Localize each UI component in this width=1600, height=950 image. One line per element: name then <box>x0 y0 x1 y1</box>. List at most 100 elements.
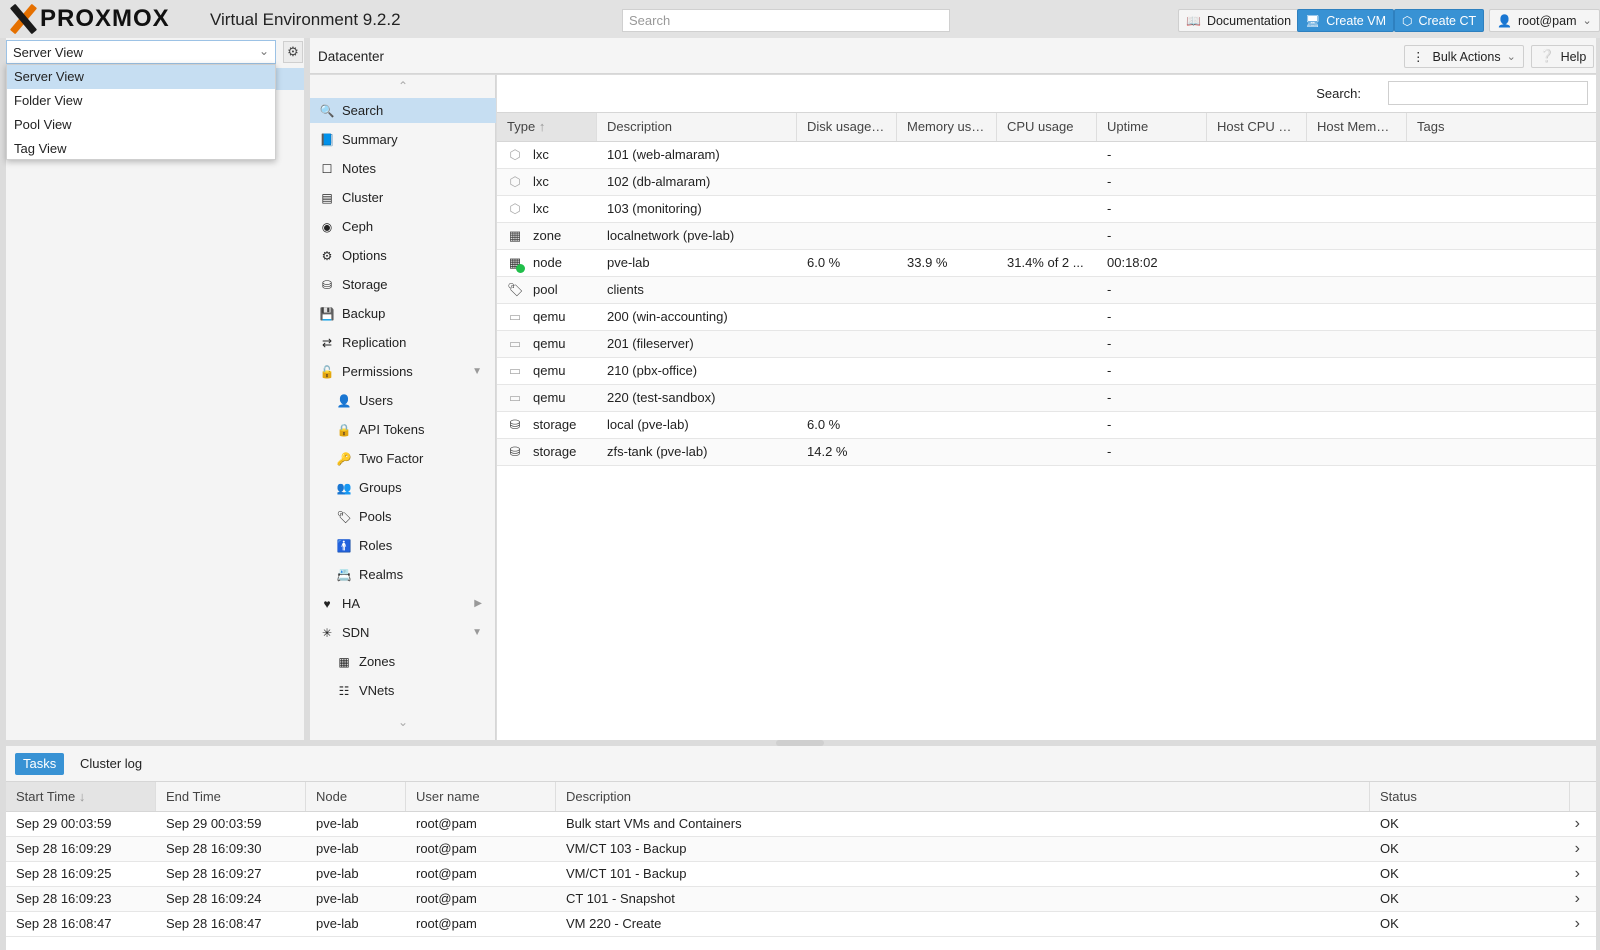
chevron-right-icon[interactable]: › <box>1575 862 1580 886</box>
nav-two-factor[interactable]: 🔑 Two Factor <box>310 446 496 471</box>
caret-down-icon[interactable]: ▼ <box>472 627 482 638</box>
uptime-cell: - <box>1107 363 1112 378</box>
nav-search[interactable]: 🔍 Search <box>310 98 496 123</box>
column-host-mem[interactable]: Host Mem… <box>1307 113 1407 141</box>
column-tags[interactable]: Tags <box>1407 113 1596 141</box>
nav-replication[interactable]: ⇄ Replication <box>310 330 496 355</box>
table-row[interactable]: ▭ qemu 210 (pbx-office) - <box>497 358 1596 385</box>
description-cell: localnetwork (pve-lab) <box>607 228 735 243</box>
disk-cell <box>797 142 897 168</box>
table-row[interactable]: ⬡ lxc 103 (monitoring) - <box>497 196 1596 223</box>
scroll-up-icon[interactable]: ⌃ <box>310 79 496 93</box>
cpu-cell <box>997 412 1097 438</box>
caret-right-icon[interactable]: ▶ <box>474 598 482 609</box>
documentation-button[interactable]: 📖 Documentation <box>1178 9 1300 32</box>
proxmox-logo[interactable]: PROXMOX <box>8 3 170 35</box>
view-option-tag[interactable]: Tag View <box>7 137 275 161</box>
table-row[interactable]: ▭ qemu 201 (fileserver) - <box>497 331 1596 358</box>
create-vm-button[interactable]: 🖥 Create VM <box>1297 9 1394 32</box>
end-time-cell: Sep 28 16:08:47 <box>166 916 262 931</box>
tab-tasks[interactable]: Tasks <box>15 753 65 775</box>
grid-search-input[interactable] <box>1388 81 1588 105</box>
chevron-right-icon[interactable]: › <box>1575 887 1580 911</box>
column-end-time[interactable]: End Time <box>156 782 306 811</box>
disk-cell <box>797 331 897 357</box>
chevron-right-icon[interactable]: › <box>1575 912 1580 936</box>
table-row[interactable]: 🏷 pool clients - <box>497 277 1596 304</box>
column-node[interactable]: Node <box>306 782 406 811</box>
view-option-folder[interactable]: Folder View <box>7 89 275 113</box>
cpu-cell <box>997 331 1097 357</box>
user-menu-button[interactable]: 👤 root@pam ⌄ <box>1489 9 1600 32</box>
table-row[interactable]: ⬡ lxc 101 (web-almaram) - <box>497 142 1596 169</box>
nav-summary[interactable]: 📘 Summary <box>310 127 496 152</box>
bulk-actions-button[interactable]: ⋮ Bulk Actions ⌄ <box>1404 45 1524 68</box>
task-row[interactable]: Sep 28 16:09:23 Sep 28 16:09:24 pve-lab roo… <box>6 887 1596 912</box>
nav-notes[interactable]: ☐ Notes <box>310 156 496 181</box>
column-description[interactable]: Description <box>597 113 797 141</box>
nav-zones[interactable]: ▦ Zones <box>310 649 496 674</box>
nav-cluster[interactable]: ▤ Cluster <box>310 185 496 210</box>
nav-vnets[interactable]: ☷ VNets <box>310 678 496 703</box>
nav-api-tokens[interactable]: 🔒 API Tokens <box>310 417 496 442</box>
nav-realms[interactable]: 📇 Realms <box>310 562 496 587</box>
help-button[interactable]: ❔ Help <box>1531 45 1595 68</box>
task-row[interactable]: Sep 28 16:09:25 Sep 28 16:09:27 pve-lab roo… <box>6 862 1596 887</box>
view-option-pool[interactable]: Pool View <box>7 113 275 137</box>
description-cell: 201 (fileserver) <box>607 336 694 351</box>
uptime-cell: - <box>1107 444 1112 459</box>
column-memory-usage[interactable]: Memory us… <box>897 113 997 141</box>
tasks-panel: Tasks Cluster log Start Time ↓ End Time … <box>6 746 1596 950</box>
table-row[interactable]: ▭ qemu 200 (win-accounting) - <box>497 304 1596 331</box>
task-row[interactable]: Sep 28 16:08:47 Sep 28 16:08:47 pve-lab roo… <box>6 912 1596 937</box>
column-disk-usage[interactable]: Disk usage… <box>797 113 897 141</box>
note-icon: ☐ <box>321 161 333 176</box>
lock-icon: 🔒 <box>336 422 352 437</box>
table-row[interactable]: ▦ zone localnetwork (pve-lab) - <box>497 223 1596 250</box>
chevron-right-icon[interactable]: › <box>1575 837 1580 861</box>
nav-roles[interactable]: 🚹 Roles <box>310 533 496 558</box>
column-description[interactable]: Description <box>556 782 1370 811</box>
nav-ceph[interactable]: ◉ Ceph <box>310 214 496 239</box>
column-host-cpu[interactable]: Host CPU … <box>1207 113 1307 141</box>
scroll-down-icon[interactable]: ⌄ <box>310 715 496 729</box>
nav-groups[interactable]: 👥 Groups <box>310 475 496 500</box>
table-row[interactable]: ⬡ lxc 102 (db-almaram) - <box>497 169 1596 196</box>
table-row[interactable]: ⛁ storage zfs-tank (pve-lab) 14.2 % - <box>497 439 1596 466</box>
nav-sdn[interactable]: ✳ SDN ▼ <box>310 620 496 645</box>
tab-cluster-log[interactable]: Cluster log <box>72 753 150 775</box>
logo-text: PROXMOX <box>40 5 170 32</box>
table-row[interactable]: ▭ qemu 220 (test-sandbox) - <box>497 385 1596 412</box>
node-cell: pve-lab <box>316 841 359 856</box>
task-row[interactable]: Sep 28 16:09:29 Sep 28 16:09:30 pve-lab roo… <box>6 837 1596 862</box>
nav-storage[interactable]: ⛁ Storage <box>310 272 496 297</box>
nav-ha[interactable]: ♥ HA ▶ <box>310 591 496 616</box>
column-start-time[interactable]: Start Time ↓ <box>6 782 156 811</box>
type-label: node <box>533 255 562 270</box>
column-type[interactable]: Type ↑ <box>497 113 597 141</box>
nav-pools[interactable]: 🏷 Pools <box>310 504 496 529</box>
nav-options[interactable]: ⚙ Options <box>310 243 496 268</box>
nav-users[interactable]: 👤 Users <box>310 388 496 413</box>
type-label: lxc <box>533 201 549 216</box>
task-row[interactable]: Sep 29 00:03:59 Sep 29 00:03:59 pve-lab roo… <box>6 812 1596 837</box>
table-row[interactable]: ▦ node pve-lab 6.0 % 33.9 % 31.4% of 2 ... 00:… <box>497 250 1596 277</box>
create-ct-button[interactable]: ⬡ Create CT <box>1394 9 1485 32</box>
view-option-server[interactable]: Server View <box>7 65 275 89</box>
table-row[interactable]: ⛁ storage local (pve-lab) 6.0 % - <box>497 412 1596 439</box>
caret-down-icon[interactable]: ▼ <box>472 366 482 377</box>
memory-cell <box>897 142 997 168</box>
nav-label: Roles <box>359 538 393 553</box>
chevron-right-icon[interactable]: › <box>1575 812 1580 836</box>
column-uptime[interactable]: Uptime <box>1097 113 1207 141</box>
column-user-name[interactable]: User name <box>406 782 556 811</box>
view-selector[interactable]: Server View ⌄ <box>6 40 276 64</box>
global-search-input[interactable] <box>622 9 950 32</box>
nav-permissions[interactable]: 🔓 Permissions ▼ <box>310 359 496 384</box>
nav-backup[interactable]: 💾 Backup <box>310 301 496 326</box>
type-cell: ▦ node <box>497 250 597 276</box>
type-cell: ▭ qemu <box>497 385 597 411</box>
column-cpu-usage[interactable]: CPU usage <box>997 113 1097 141</box>
column-status[interactable]: Status <box>1370 782 1570 811</box>
tree-settings-button[interactable]: ⚙ <box>283 41 303 63</box>
